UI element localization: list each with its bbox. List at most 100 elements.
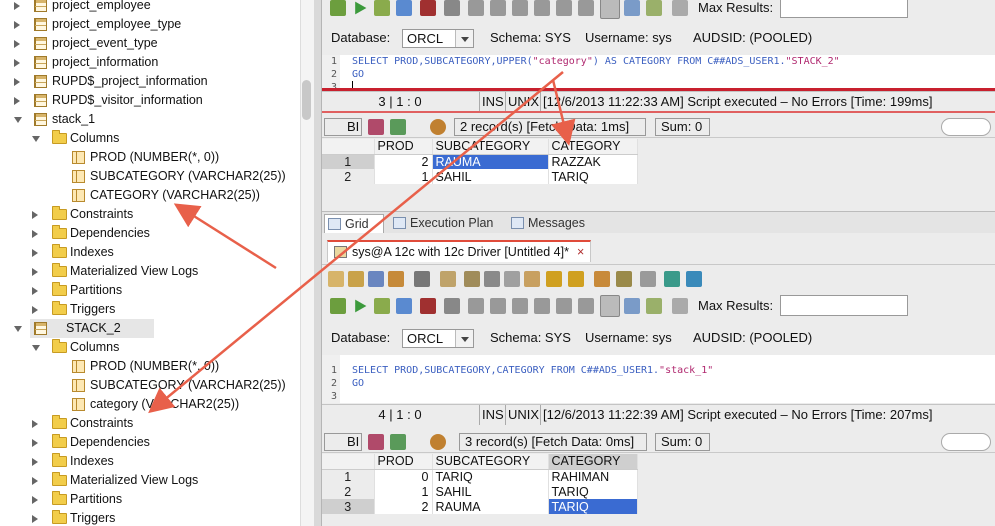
tree-item[interactable]: project_event_type: [0, 34, 298, 53]
tree-item[interactable]: category (VARCHAR2(25)): [0, 395, 298, 414]
comment-icon[interactable]: [616, 271, 632, 287]
tree-item[interactable]: stack_1: [0, 110, 298, 129]
print-icon[interactable]: [414, 271, 430, 287]
max-results-input[interactable]: [780, 295, 908, 316]
tree-item[interactable]: project_information: [0, 53, 298, 72]
grid-search-input[interactable]: [941, 118, 991, 136]
database-select[interactable]: ORCL: [402, 29, 474, 48]
panel-splitter[interactable]: [314, 0, 322, 526]
options-icon[interactable]: [646, 298, 662, 314]
tree-item[interactable]: Materialized View Logs: [0, 471, 298, 490]
tree-item[interactable]: Materialized View Logs: [0, 262, 298, 281]
find-icon[interactable]: [440, 271, 456, 287]
max-results-input[interactable]: [780, 0, 908, 18]
tree-item[interactable]: Triggers: [0, 509, 298, 526]
tree-item[interactable]: RUPD$_project_information: [0, 72, 298, 91]
run-step-icon[interactable]: [330, 0, 346, 16]
database-select[interactable]: ORCL: [402, 329, 474, 348]
tree-item[interactable]: STACK_2: [14, 319, 154, 338]
tree-item[interactable]: Indexes: [0, 243, 298, 262]
lower-icon[interactable]: [686, 271, 702, 287]
expand-right-icon[interactable]: [32, 420, 38, 428]
table-row[interactable]: 1 0 TARIQ RAHIMAN: [322, 469, 638, 484]
stop-icon[interactable]: [420, 0, 436, 16]
expand-right-icon[interactable]: [32, 287, 38, 295]
tree-scrollbar[interactable]: [300, 0, 314, 526]
filter-icon[interactable]: [430, 434, 446, 450]
expand-right-icon[interactable]: [32, 268, 38, 276]
tab-execution-plan[interactable]: Execution Plan: [390, 214, 493, 233]
tree-item[interactable]: SUBCATEGORY (VARCHAR2(25)): [0, 376, 298, 395]
column-header[interactable]: CATEGORY: [548, 139, 638, 155]
explain-icon[interactable]: [396, 298, 412, 314]
excel-icon[interactable]: [390, 119, 406, 135]
tree-item[interactable]: project_employee: [0, 0, 298, 15]
nav-next-icon[interactable]: [490, 0, 506, 16]
stop-gray-icon[interactable]: [444, 0, 460, 16]
save-all-icon[interactable]: [388, 271, 404, 287]
nav-back-icon[interactable]: [512, 298, 528, 314]
nav-forward-icon[interactable]: [534, 0, 550, 16]
table-row[interactable]: 1 2 RAUMA RAZZAK: [322, 154, 638, 169]
expand-right-icon[interactable]: [32, 211, 38, 219]
expand-down-icon[interactable]: [14, 326, 22, 332]
column-header[interactable]: SUBCATEGORY: [432, 454, 549, 470]
tree-item[interactable]: PROD (NUMBER(*, 0)): [0, 357, 298, 376]
expand-right-icon[interactable]: [32, 249, 38, 257]
copy-icon[interactable]: [484, 271, 500, 287]
column-header[interactable]: SUBCATEGORY: [432, 139, 549, 155]
execute-current-icon[interactable]: [374, 0, 390, 16]
paste-icon[interactable]: [524, 271, 540, 287]
expand-right-icon[interactable]: [32, 496, 38, 504]
table-row[interactable]: 2 1 SAHIL TARIQ: [322, 169, 638, 184]
tree-item[interactable]: project_employee_type: [0, 15, 298, 34]
tree-scrollbar-thumb[interactable]: [302, 80, 311, 120]
sql-editor-bottom[interactable]: 123 SELECT PROD,SUBCATEGORY,CATEGORY FRO…: [322, 355, 995, 403]
tree-item[interactable]: RUPD$_visitor_information: [0, 91, 298, 110]
filter-icon[interactable]: [430, 119, 446, 135]
expand-right-icon[interactable]: [32, 458, 38, 466]
grid-mode-icon[interactable]: [600, 0, 620, 19]
tree-item[interactable]: Triggers: [0, 300, 298, 319]
grid-search-input[interactable]: [941, 433, 991, 451]
tree-item[interactable]: Columns: [0, 129, 298, 148]
open-icon[interactable]: [348, 271, 364, 287]
tree-item[interactable]: Indexes: [0, 452, 298, 471]
nav-up-icon[interactable]: [556, 0, 572, 16]
column-header[interactable]: CATEGORY: [548, 454, 638, 470]
print-icon[interactable]: [672, 298, 688, 314]
new-icon[interactable]: [328, 271, 344, 287]
result-grid-bottom[interactable]: PROD SUBCATEGORY CATEGORY 1 0 TARIQ RAHIMAN 2…: [322, 454, 638, 514]
expand-right-icon[interactable]: [32, 306, 38, 314]
document-tab[interactable]: sys@A 12c with 12c Driver [Untitled 4]* ×: [327, 240, 592, 262]
expand-right-icon[interactable]: [14, 21, 20, 29]
tab-grid[interactable]: Grid: [324, 214, 384, 233]
table-row[interactable]: 2 1 SAHIL TARIQ: [322, 484, 638, 499]
tree-item[interactable]: Constraints: [0, 414, 298, 433]
cut-icon[interactable]: [464, 271, 480, 287]
execute-icon[interactable]: [355, 299, 367, 313]
grid-mode-icon[interactable]: [600, 295, 620, 317]
redo-icon[interactable]: [568, 271, 584, 287]
table-row[interactable]: 3 2 RAUMA TARIQ: [322, 499, 638, 514]
nav-forward-icon[interactable]: [534, 298, 550, 314]
expand-right-icon[interactable]: [14, 59, 20, 67]
sql-editor-top[interactable]: 123 SELECT PROD,SUBCATEGORY,UPPER("categ…: [322, 55, 995, 93]
nav-prev-icon[interactable]: [468, 298, 484, 314]
stop-icon[interactable]: [420, 298, 436, 314]
nav-next-icon[interactable]: [490, 298, 506, 314]
nav-back-icon[interactable]: [512, 0, 528, 16]
export-icon[interactable]: [368, 119, 384, 135]
close-icon[interactable]: ×: [577, 245, 584, 259]
nav-prev-icon[interactable]: [468, 0, 484, 16]
text-mode-icon[interactable]: [624, 298, 640, 314]
export-icon[interactable]: [368, 434, 384, 450]
nav-up-icon[interactable]: [556, 298, 572, 314]
tree-item[interactable]: PROD (NUMBER(*, 0)): [0, 148, 298, 167]
bi-button[interactable]: BI: [324, 118, 362, 136]
excel-icon[interactable]: [390, 434, 406, 450]
execute-icon[interactable]: [355, 1, 367, 15]
stop-gray-icon[interactable]: [444, 298, 460, 314]
column-header[interactable]: PROD: [374, 139, 433, 155]
expand-right-icon[interactable]: [14, 40, 20, 48]
